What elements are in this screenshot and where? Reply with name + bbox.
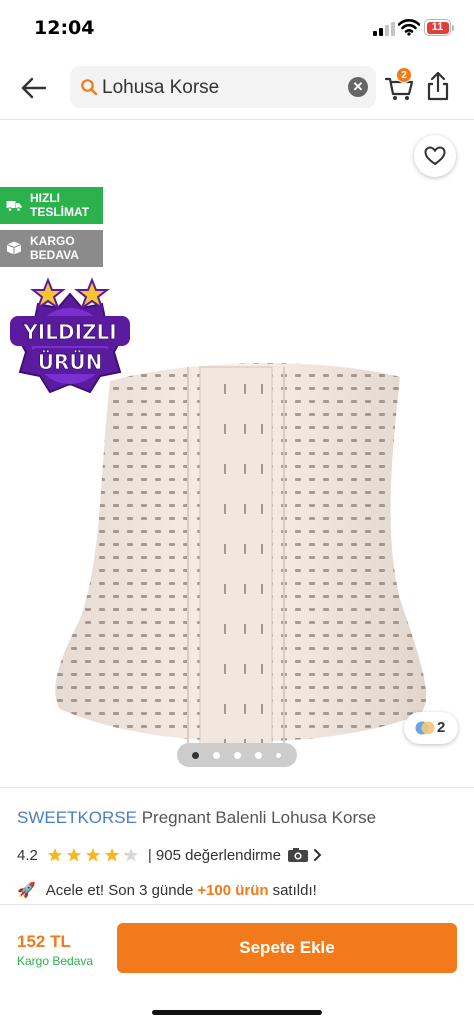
star-icon [47,848,63,862]
battery-level: 11 [426,21,449,34]
fast-delivery-line1: HIZLI [30,191,60,205]
promo-highlight: +100 ürün [197,881,269,899]
truck-icon [6,201,22,212]
star-badge-line2: ÜRÜN [38,350,103,374]
review-count: | 905 değerlendirme [147,846,282,864]
star-product-badge: YILDIZLI ÜRÜN [10,277,130,394]
heart-icon [424,146,446,166]
share-icon[interactable] [424,70,452,102]
chevron-right-icon [314,849,322,861]
color-options-button[interactable]: 2 [404,712,458,744]
sales-promo: 🚀 Acele et! Son 3 günde +100 ürün satıld… [17,881,317,900]
rating-row[interactable]: 4.2 | 905 değerlendirme [17,845,323,865]
promo-prefix: Acele et! Son 3 günde [45,881,194,899]
back-arrow-icon[interactable] [18,72,50,104]
star-icon [85,848,101,862]
status-time: 12:04 [34,17,95,39]
promo-suffix: satıldı! [272,881,317,899]
star-icon [104,848,120,862]
pager-dot[interactable] [234,752,241,759]
wifi-icon [398,19,420,36]
pager-dot[interactable] [255,752,262,759]
search-icon [81,79,98,96]
rating-value: 4.2 [17,846,38,864]
box-icon [6,241,22,255]
star-icon [123,848,139,862]
add-to-cart-button[interactable]: Sepete Ekle [117,923,457,973]
divider [0,787,474,788]
star-badge-line1: YILDIZLI [22,320,116,344]
favorite-button[interactable] [414,135,456,177]
product-name: Pregnant Balenli Lohusa Korse [141,808,377,827]
cart-count-badge: 2 [396,67,412,83]
home-indicator [152,1010,322,1015]
pager-dot[interactable] [276,753,281,758]
clear-search-icon[interactable]: ✕ [348,77,368,97]
brand-link[interactable]: SWEETKORSE [17,808,137,827]
battery-icon: 11 [424,19,454,37]
color-count: 2 [437,719,446,736]
camera-icon [288,848,309,862]
signal-icon [373,22,395,36]
search-input[interactable]: Lohusa Korse ✕ [70,66,376,108]
free-shipping-badge: KARGO BEDAVA [0,230,103,267]
fast-delivery-badge: HIZLI TESLİMAT [0,187,103,224]
rocket-icon: 🚀 [17,882,36,899]
pager-dot[interactable] [213,752,220,759]
fast-delivery-line2: TESLİMAT [30,205,90,219]
product-image-gallery[interactable]: HIZLI TESLİMAT KARGO BEDAVA YILDIZLI ÜRÜ… [0,121,474,787]
price: 152 TL [17,932,71,951]
free-shipping-line1: KARGO [30,234,75,248]
search-query: Lohusa Korse [102,77,220,98]
rating-stars [47,847,142,863]
free-shipping-line2: BEDAVA [30,248,79,262]
pager-dot[interactable] [192,752,199,759]
product-title: SWEETKORSE Pregnant Balenli Lohusa Korse [17,808,376,828]
image-pager[interactable] [177,743,297,767]
status-bar: 12:04 11 [0,0,474,56]
search-header: Lohusa Korse ✕ 2 [0,56,474,120]
star-icon [66,848,82,862]
bottom-action-bar: 152 TL Kargo Bedava Sepete Ekle [0,904,474,1024]
color-swatch-icon [415,721,435,735]
shipping-info: Kargo Bedava [17,954,94,968]
